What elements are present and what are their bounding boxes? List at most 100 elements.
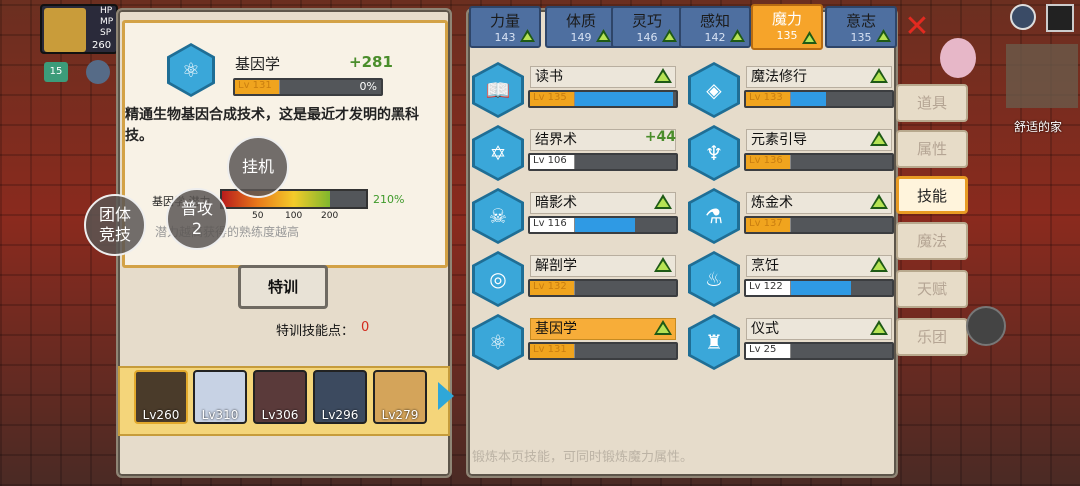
player-avatar[interactable]: [44, 8, 86, 52]
skill-progress-bar: Lv 137: [744, 216, 894, 234]
detail-level-label: Lv 131: [235, 80, 280, 94]
skill-icon: ♜: [688, 314, 740, 370]
player-level: 260: [92, 40, 112, 51]
rotate-icon[interactable]: [966, 306, 1006, 346]
hp-label: HP: [100, 6, 113, 16]
skill-name: 元素引导: [746, 129, 892, 151]
skill-progress-bar: Lv 106: [528, 153, 678, 171]
skill-level: Lv 122: [746, 281, 791, 295]
minimap-label: 舒适的家: [1014, 120, 1063, 134]
skill-row[interactable]: ⚛ 基因学 Lv 131: [472, 314, 678, 370]
side-tab-items[interactable]: 道具: [896, 84, 968, 122]
party-member-2[interactable]: Lv310: [193, 370, 247, 424]
genetics-icon: ⚛: [167, 43, 215, 97]
skill-icon: ◎: [472, 251, 524, 307]
skill-icon: ⚗: [688, 188, 740, 244]
tab-dexterity-label: 灵巧: [631, 12, 662, 30]
skill-row[interactable]: ✡ 结界术 +44 Lv 106: [472, 125, 678, 181]
group-arena-line1: 团体: [98, 205, 131, 224]
train-button[interactable]: 特训: [238, 265, 328, 309]
skill-bonus: +44: [644, 129, 676, 145]
close-icon[interactable]: ✕: [900, 10, 934, 44]
skill-level: Lv 131: [530, 344, 575, 358]
potential-tick-200: 200: [321, 211, 339, 221]
party-member-4-level: Lv296: [321, 408, 359, 422]
potential-value: 210%: [373, 193, 405, 206]
detail-progress-text: 0%: [359, 80, 377, 93]
skill-row[interactable]: ◎ 解剖学 Lv 132: [472, 251, 678, 307]
skill-level: Lv 135: [530, 92, 575, 106]
skill-row[interactable]: 📖 读书 Lv 135: [472, 62, 678, 118]
skill-row[interactable]: ⚗ 炼金术 Lv 137: [688, 188, 894, 244]
tab-will-label: 意志: [845, 12, 876, 30]
player-hud[interactable]: HP MP SP 260: [40, 4, 118, 54]
side-tab-magic[interactable]: 魔法: [896, 222, 968, 260]
skill-level: Lv 133: [746, 92, 791, 106]
group-arena-button[interactable]: 团体 竞技: [84, 194, 146, 256]
footer-hint: 锻炼本页技能，可同时锻炼魔力属性。: [472, 450, 694, 465]
skill-row[interactable]: ♆ 元素引导 Lv 136: [688, 125, 894, 181]
train-points-label: 特训技能点：: [276, 324, 355, 339]
skill-name: 读书: [530, 66, 676, 88]
npc-avatar[interactable]: [940, 38, 976, 78]
normal-attack-button[interactable]: 普攻 2: [166, 188, 228, 250]
skill-icon: ◈: [688, 62, 740, 118]
side-tab-attributes[interactable]: 属性: [896, 130, 968, 168]
skill-row[interactable]: ☠ 暗影术 Lv 116: [472, 188, 678, 244]
detail-skill-name: 基因学: [235, 55, 281, 73]
group-arena-line2: 竞技: [98, 225, 131, 244]
potential-tick-50: 50: [252, 211, 264, 221]
skill-row[interactable]: ◈ 魔法修行 Lv 133: [688, 62, 894, 118]
skill-name: 魔法修行: [746, 66, 892, 88]
afk-button[interactable]: 挂机: [227, 136, 289, 198]
network-icon[interactable]: [1010, 4, 1036, 30]
skill-description: 精通生物基因合成技术，这是最近才发明的黑科技。: [125, 107, 419, 144]
detail-skill-bonus: +281: [349, 53, 393, 71]
party-member-5[interactable]: Lv279: [373, 370, 427, 424]
skill-progress-bar: Lv 135: [528, 90, 678, 108]
notification-badge[interactable]: 15: [44, 62, 68, 82]
minimap[interactable]: [1006, 44, 1078, 108]
skill-level: Lv 136: [746, 155, 791, 169]
skill-progress-bar: Lv 132: [528, 279, 678, 297]
tab-constitution-label: 体质: [565, 12, 596, 30]
party-member-4[interactable]: Lv296: [313, 370, 367, 424]
fullscreen-icon[interactable]: [1046, 4, 1074, 32]
normal-attack-line1: 普攻: [180, 199, 213, 218]
tab-magic[interactable]: 魔力 135: [751, 4, 823, 50]
party-member-1[interactable]: Lv260: [134, 370, 188, 424]
party-member-3-level: Lv306: [261, 408, 299, 422]
tab-will[interactable]: 意志 135: [825, 6, 897, 48]
skill-level: Lv 132: [530, 281, 575, 295]
tab-perception-label: 感知: [699, 12, 730, 30]
tab-strength[interactable]: 力量 143: [469, 6, 541, 48]
side-tab-skills[interactable]: 技能: [896, 176, 968, 214]
party-member-3[interactable]: Lv306: [253, 370, 307, 424]
train-points-value: 0: [361, 320, 370, 335]
skill-icon: 📖: [472, 62, 524, 118]
skill-progress-bar: Lv 25: [744, 342, 894, 360]
tab-strength-label: 力量: [489, 12, 520, 30]
tab-perception[interactable]: 感知 142: [679, 6, 751, 48]
detail-level-bar: Lv 131 0%: [233, 78, 383, 96]
tab-constitution[interactable]: 体质 149: [545, 6, 617, 48]
skill-row[interactable]: ♜ 仪式 Lv 25: [688, 314, 894, 370]
settings-icon[interactable]: [86, 60, 110, 84]
side-tab-band[interactable]: 乐团: [896, 318, 968, 356]
skill-level: Lv 25: [746, 344, 791, 358]
skill-name: 基因学: [530, 318, 676, 340]
skill-progress-bar: Lv 116: [528, 216, 678, 234]
normal-attack-line2: 2: [191, 219, 203, 238]
skill-level: Lv 116: [530, 218, 575, 232]
party-member-2-level: Lv310: [201, 408, 239, 422]
skill-icon: ☠: [472, 188, 524, 244]
tab-magic-label: 魔力: [771, 10, 802, 28]
skill-row[interactable]: ♨ 烹饪 Lv 122: [688, 251, 894, 307]
side-tab-talent[interactable]: 天赋: [896, 270, 968, 308]
mp-label: MP: [100, 17, 114, 27]
skill-icon: ✡: [472, 125, 524, 181]
tab-dexterity[interactable]: 灵巧 146: [611, 6, 683, 48]
skill-progress-bar: Lv 131: [528, 342, 678, 360]
skill-progress-bar: Lv 136: [744, 153, 894, 171]
skill-name: 炼金术: [746, 192, 892, 214]
